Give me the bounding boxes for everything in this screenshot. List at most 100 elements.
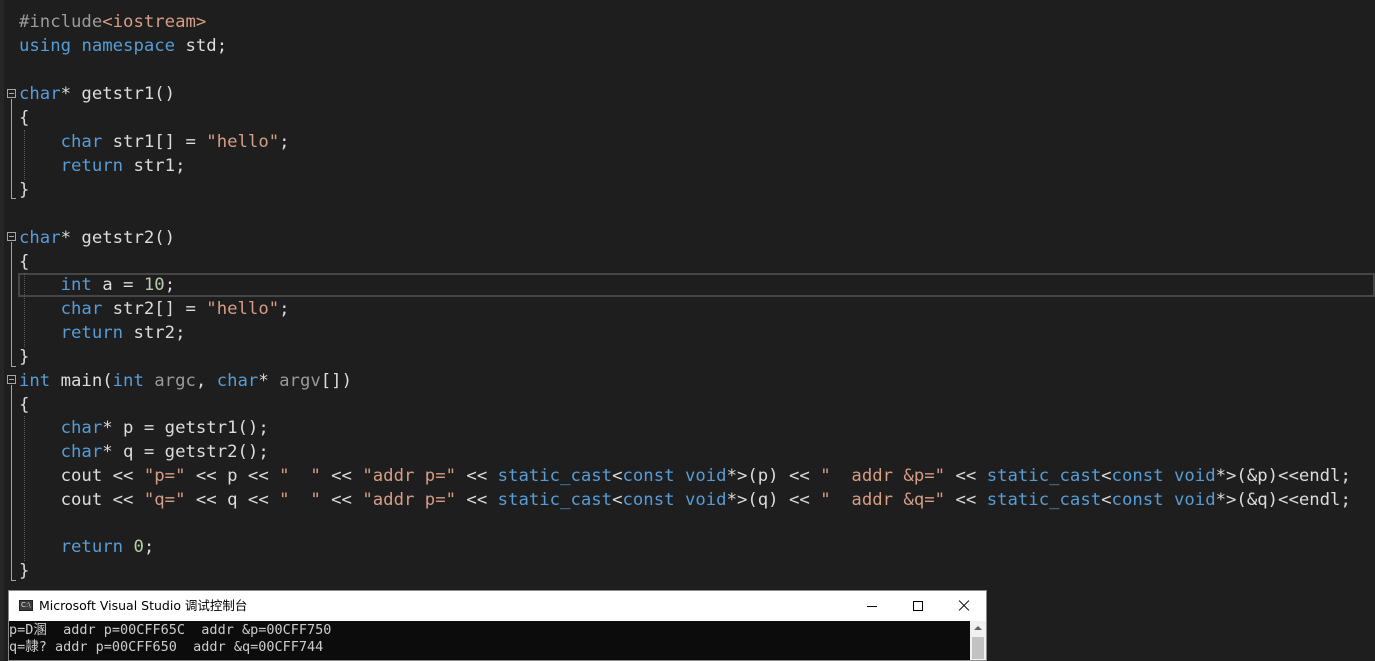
code-line[interactable]: char* q = getstr2(); [19,440,269,464]
code-token: ; [279,299,290,319]
code-line[interactable]: { [19,106,29,130]
code-line[interactable]: char* getstr2() [19,226,175,250]
code-token: []) [320,371,352,391]
code-token: << [456,466,498,486]
code-line[interactable]: cout << "q=" << q << " " << "addr p=" <<… [19,488,1351,512]
console-app-icon-label: C:\ [21,601,31,609]
code-token: << [945,466,987,486]
fold-line [11,99,12,198]
code-token: char [60,442,103,462]
code-token: char [19,228,61,248]
code-token: int [112,371,144,391]
code-token: << q << [185,490,280,510]
code-token: < [612,490,623,510]
code-token: << [320,466,363,486]
fold-end [11,366,16,367]
code-token: return [60,156,124,176]
code-token: << [945,490,987,510]
collapse-icon[interactable] [7,89,16,98]
editor-margin [0,0,4,661]
code-token: ; [164,275,176,295]
collapse-icon[interactable] [7,232,16,241]
code-token: const [622,466,675,486]
code-token: str2; [123,323,186,343]
code-token: " " [279,490,321,510]
code-token: void [1173,490,1216,510]
debug-console-window[interactable]: C:\ Microsoft Visual Studio 调试控制台 p=D溷 a… [8,590,987,661]
vertical-scrollbar[interactable] [970,621,986,660]
code-token: void [684,466,727,486]
indent-guide [24,273,25,347]
code-token: char [216,371,259,391]
code-token: << [456,490,498,510]
code-token: { [19,252,30,272]
code-line[interactable]: cout << "p=" << p << " " << "addr p=" <<… [19,464,1351,488]
code-token: *>(p) << [726,466,821,486]
code-token: * getstr1() [60,84,176,104]
code-line[interactable]: char str1[] = "hello"; [19,130,290,154]
code-token: <iostream> [102,12,207,32]
code-line[interactable]: char str2[] = "hello"; [19,297,290,321]
code-line[interactable]: int main(int argc, char* argv[]) [19,369,352,393]
console-title: Microsoft Visual Studio 调试控制台 [39,598,248,613]
fold-line [11,385,12,580]
code-token: char [60,418,103,438]
code-token: a = [91,275,144,295]
code-token: " " [279,466,321,486]
code-token: argv [279,371,321,391]
code-line[interactable]: using namespace std; [19,34,227,58]
code-line[interactable]: #include<iostream> [19,10,206,34]
code-line[interactable]: int a = 10; [19,273,175,297]
code-line[interactable]: { [19,250,29,274]
code-token: return [60,323,124,343]
code-line[interactable]: } [19,178,29,202]
console-titlebar[interactable]: C:\ Microsoft Visual Studio 调试控制台 [9,591,986,621]
scrollbar-thumb[interactable] [972,637,984,659]
code-token: static_cast [497,466,613,486]
code-token: const [1111,490,1164,510]
code-token: "p=" [143,466,186,486]
code-token: } [19,561,30,581]
scroll-up-arrow-icon[interactable] [970,621,986,635]
code-editor[interactable]: #include<iostream> using namespace std; ch… [0,0,1375,661]
code-token: *>(q) << [726,490,821,510]
fold-end [11,198,16,199]
code-token: argc [154,371,196,391]
code-line[interactable]: } [19,345,29,369]
fold-line [11,242,12,366]
console-output[interactable]: p=D溷 addr p=00CFF65C addr &p=00CFF750 q=… [9,621,969,660]
code-token: int [60,275,92,295]
code-line[interactable]: char* p = getstr1(); [19,416,269,440]
code-line[interactable]: { [19,393,29,417]
minimize-button[interactable] [849,591,895,621]
code-token: namespace [81,36,176,56]
code-token: { [19,395,30,415]
code-token: } [19,180,30,200]
code-token: * getstr2() [60,228,176,248]
close-button[interactable] [941,591,986,621]
code-token: static_cast [497,490,613,510]
collapse-icon[interactable] [7,375,16,384]
code-line[interactable]: return 0; [19,535,155,559]
code-line[interactable]: return str1; [19,154,186,178]
maximize-button[interactable] [895,591,941,621]
code-line[interactable]: } [19,559,29,583]
code-token: } [19,347,30,367]
console-line: p=D溷 addr p=00CFF65C addr &p=00CFF750 [9,622,332,638]
code-token: " addr &p=" [820,466,946,486]
code-token: "q=" [143,490,186,510]
code-token: 0 [133,537,144,557]
code-token: void [1173,466,1216,486]
code-token: "hello" [206,299,280,319]
code-line[interactable]: return str2; [19,321,186,345]
code-line[interactable]: char* getstr1() [19,82,175,106]
